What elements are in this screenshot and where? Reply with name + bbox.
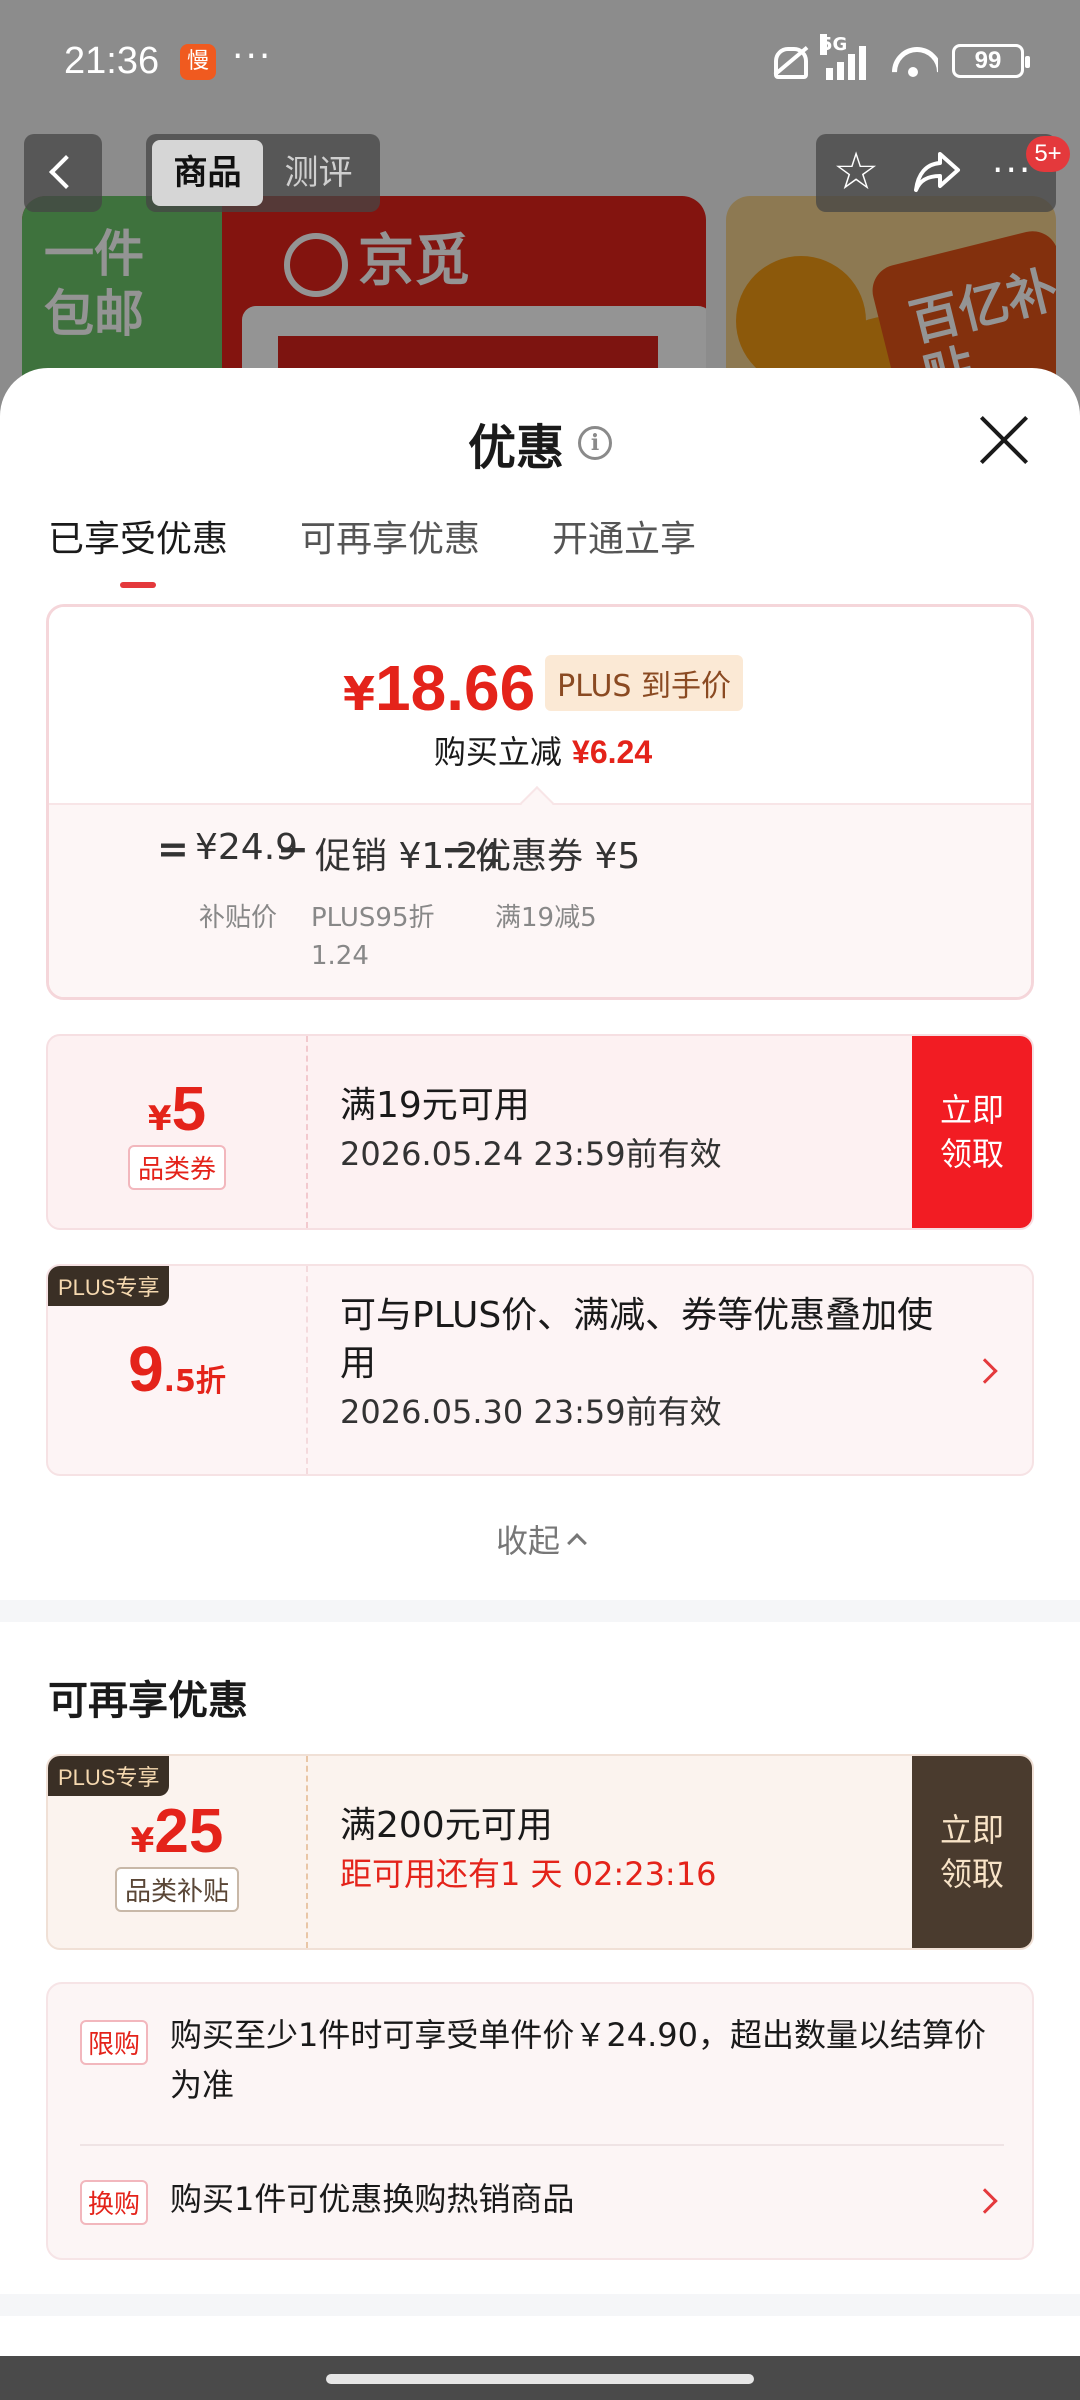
final-price-value: 18.66 <box>375 652 536 724</box>
coupon-condition: 满200元可用 <box>340 1805 553 1846</box>
collapse-button[interactable]: 收起 <box>0 1516 1080 1562</box>
plus-price-tag: PLUS 到手价 <box>545 655 744 711</box>
reduce-line: 购买立减 ¥6.24 <box>49 727 1031 773</box>
tab-review[interactable]: 测评 <box>263 140 374 206</box>
coupon-expiry: 2026.05.24 23:59前有效 <box>340 1135 722 1173</box>
wifi-icon <box>890 43 938 79</box>
home-indicator[interactable] <box>326 2374 754 2384</box>
coupon-type-tag: 品类补贴 <box>114 1867 239 1912</box>
minus-sign: − <box>277 827 309 871</box>
status-bar: 21:36 慢 ··· 5G 99 <box>0 0 1080 120</box>
minus-sign: − <box>441 827 473 871</box>
battery-icon: 99 <box>952 44 1030 78</box>
category-subsidy-coupon: PLUS专享 ¥25 品类补贴 满200元可用 距可用还有1 天 02:23:1… <box>46 1754 1034 1950</box>
close-button[interactable] <box>978 414 1030 466</box>
final-price: ¥18.66 PLUS 到手价 <box>49 651 1031 725</box>
purchase-rules: 限购 购买至少1件时可享受单件价￥24.90，超出数量以结算价为准 换购 购买1… <box>46 1982 1034 2260</box>
base-price-label: 补贴价 <box>199 903 278 933</box>
sheet-header: 优惠 i <box>0 408 1080 478</box>
coupon-amount: ¥25 <box>130 1797 224 1866</box>
discount-tabs: 已享受优惠 可再享优惠 开通立享 <box>48 510 696 590</box>
exchange-rule-text[interactable]: 购买1件可优惠换购热销商品 <box>170 2174 1010 2224</box>
discount-rate: 9.5折 <box>128 1333 226 1405</box>
coupon-amount: ¥5 <box>147 1075 207 1144</box>
section-title-more-discounts: 可再享优惠 <box>48 1678 248 1724</box>
status-time: 21:36 <box>64 40 160 82</box>
tab-product[interactable]: 商品 <box>152 140 263 206</box>
chevron-right-icon[interactable] <box>972 1358 998 1384</box>
app-notification-icon: 慢 <box>180 44 216 80</box>
tab-enjoyed-discounts[interactable]: 已享受优惠 <box>48 510 228 590</box>
countdown-text: 距可用还有1 天 02:23:16 <box>340 1855 717 1893</box>
product-nav: 商品 测评 ☆ ··· <box>0 130 1080 214</box>
favorite-star-icon[interactable]: ☆ <box>830 146 882 198</box>
category-coupon: ¥5 品类券 满19元可用 2026.05.24 23:59前有效 立即领取 <box>46 1034 1034 1230</box>
chevron-up-icon <box>567 1533 587 1553</box>
reduce-label: 购买立减 <box>433 733 562 771</box>
coupon-condition: 满19元可用 <box>340 1085 530 1126</box>
nav-actions: ☆ ··· <box>816 134 1056 212</box>
share-icon[interactable] <box>912 150 962 194</box>
plus-discount-card[interactable]: PLUS专享 9.5折 可与PLUS价、满减、券等优惠叠加使用 2026.05.… <box>46 1264 1034 1476</box>
promo-amount: 促销 ¥1.24 <box>315 836 502 877</box>
exchange-tag: 换购 <box>80 2180 149 2225</box>
limit-rule-text: 购买至少1件时可享受单件价￥24.90，超出数量以结算价为准 <box>170 2016 986 2104</box>
message-count-badge: 5+ <box>1026 136 1070 172</box>
claim-subsidy-button[interactable]: 立即领取 <box>912 1756 1032 1948</box>
limit-tag: 限购 <box>80 2020 149 2065</box>
coupon-type-tag: 品类券 <box>127 1145 226 1190</box>
product-tabs: 商品 测评 <box>146 134 380 212</box>
gesture-bar-area <box>0 2356 1080 2400</box>
claim-coupon-button[interactable]: 立即领取 <box>912 1036 1032 1228</box>
coupon-label: 满19减5 <box>495 903 597 933</box>
background-page: 一件包邮 京觅 百亿补贴 21:36 慢 ··· 5G 99 商品 测评 ☆ ·… <box>0 0 1080 420</box>
discount-description: 可与PLUS价、满减、券等优惠叠加使用 <box>340 1295 934 1384</box>
plus-exclusive-tag: PLUS专享 <box>48 1266 170 1306</box>
tab-activate-discounts[interactable]: 开通立享 <box>552 510 696 590</box>
discount-sheet: 优惠 i 已享受优惠 可再享优惠 开通立享 ¥18.66 PLUS 到手价 购买立减… <box>0 368 1080 2358</box>
sheet-title: 优惠 <box>467 420 564 476</box>
promo-label: PLUS95折 1.24 <box>311 903 435 971</box>
tab-more-discounts[interactable]: 可再享优惠 <box>300 510 480 590</box>
price-summary-card: ¥18.66 PLUS 到手价 购买立减 ¥6.24 = ¥24.9 − 促销 ¥… <box>46 604 1034 1000</box>
signal-icon: 5G <box>820 34 876 80</box>
mute-icon <box>768 43 812 79</box>
info-icon[interactable]: i <box>578 426 612 460</box>
equals-sign: = <box>157 827 189 871</box>
discount-expiry: 2026.05.30 23:59前有效 <box>340 1393 722 1431</box>
status-more: ··· <box>232 36 273 77</box>
reduce-value: ¥6.24 <box>572 734 653 770</box>
back-button[interactable] <box>24 134 102 212</box>
coupon-amount: 优惠券 ¥5 <box>475 836 641 877</box>
